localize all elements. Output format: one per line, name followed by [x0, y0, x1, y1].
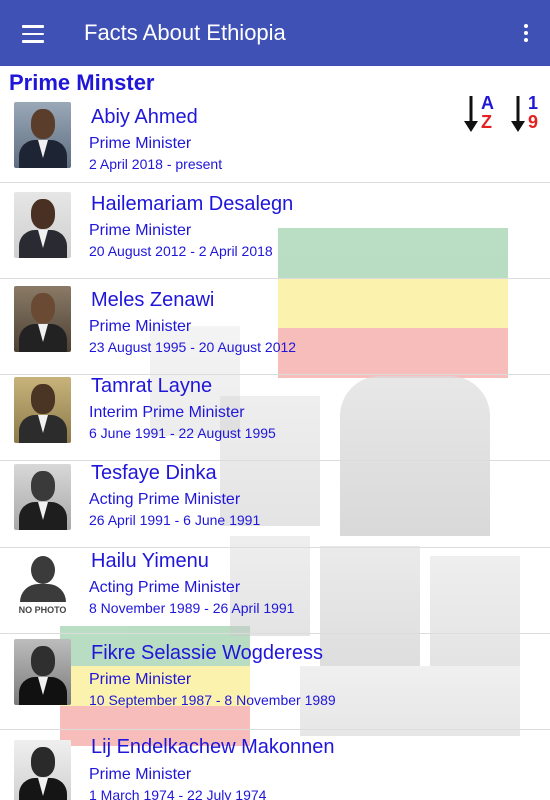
avatar — [14, 192, 71, 258]
avatar — [14, 740, 71, 800]
list-item-meles-zenawi[interactable]: Meles Zenawi Prime Minister 23 August 19… — [0, 279, 550, 375]
pm-name: Lij Endelkachew Makonnen — [91, 736, 335, 758]
avatar — [14, 639, 71, 705]
pm-term: 6 June 1991 - 22 August 1995 — [89, 425, 276, 441]
pm-term: 8 November 1989 - 26 April 1991 — [89, 600, 295, 616]
pm-name: Tesfaye Dinka — [91, 462, 217, 484]
no-photo-label: NO PHOTO — [18, 605, 67, 615]
pm-term: 20 August 2012 - 2 April 2018 — [89, 243, 273, 259]
avatar: NO PHOTO — [14, 550, 71, 616]
pm-term: 26 April 1991 - 6 June 1991 — [89, 512, 261, 528]
list-item-hailu-yimenu[interactable]: NO PHOTO Hailu Yimenu Acting Prime Minis… — [0, 548, 550, 634]
pm-role: Prime Minister — [89, 766, 192, 783]
avatar — [14, 286, 71, 352]
more-vert-icon[interactable] — [518, 22, 534, 44]
section-title: Prime Minster — [9, 70, 155, 95]
list-item-tesfaye-dinka[interactable]: Tesfaye Dinka Acting Prime Minister 26 A… — [0, 461, 550, 548]
app-bar: Facts About Ethiopia — [0, 0, 550, 66]
pm-name: Abiy Ahmed — [91, 106, 198, 128]
avatar — [14, 102, 71, 168]
pm-term: 1 March 1974 - 22 July 1974 — [89, 787, 267, 800]
list-item-tamrat-layne[interactable]: Tamrat Layne Interim Prime Minister 6 Ju… — [0, 375, 550, 461]
pm-name: Fikre Selassie Wogderess — [91, 642, 323, 664]
pm-role: Acting Prime Minister — [89, 491, 241, 508]
list-item-lij-endelkachew-makonnen[interactable]: Lij Endelkachew Makonnen Prime Minister … — [0, 730, 550, 800]
pm-name: Tamrat Layne — [91, 375, 213, 397]
pm-role: Prime Minister — [89, 222, 192, 239]
pm-name: Meles Zenawi — [91, 289, 215, 311]
pm-term: 10 September 1987 - 8 November 1989 — [89, 692, 336, 708]
pm-role: Prime Minister — [89, 135, 192, 152]
list-item-fikre-selassie-wogderess[interactable]: Fikre Selassie Wogderess Prime Minister … — [0, 634, 550, 730]
pm-role: Prime Minister — [89, 671, 192, 688]
pm-name: Hailemariam Desalegn — [91, 193, 294, 215]
content-area[interactable]: Prime Minster A Z 1 9 Abiy Ahmed Prime M… — [0, 66, 550, 800]
pm-role: Interim Prime Minister — [89, 404, 245, 421]
avatar — [14, 464, 71, 530]
pm-role: Prime Minister — [89, 318, 192, 335]
pm-term: 2 April 2018 - present — [89, 156, 223, 172]
pm-term: 23 August 1995 - 20 August 2012 — [89, 339, 297, 355]
pm-name: Hailu Yimenu — [91, 550, 209, 572]
list-item-hailemariam-desalegn[interactable]: Hailemariam Desalegn Prime Minister 20 A… — [0, 183, 550, 279]
person-icon — [31, 556, 55, 584]
app-title: Facts About Ethiopia — [84, 20, 286, 45]
list-item-abiy-ahmed[interactable]: Abiy Ahmed Prime Minister 2 April 2018 -… — [0, 96, 550, 183]
pm-role: Acting Prime Minister — [89, 579, 241, 596]
avatar — [14, 377, 71, 443]
hamburger-menu-icon[interactable] — [16, 19, 50, 49]
